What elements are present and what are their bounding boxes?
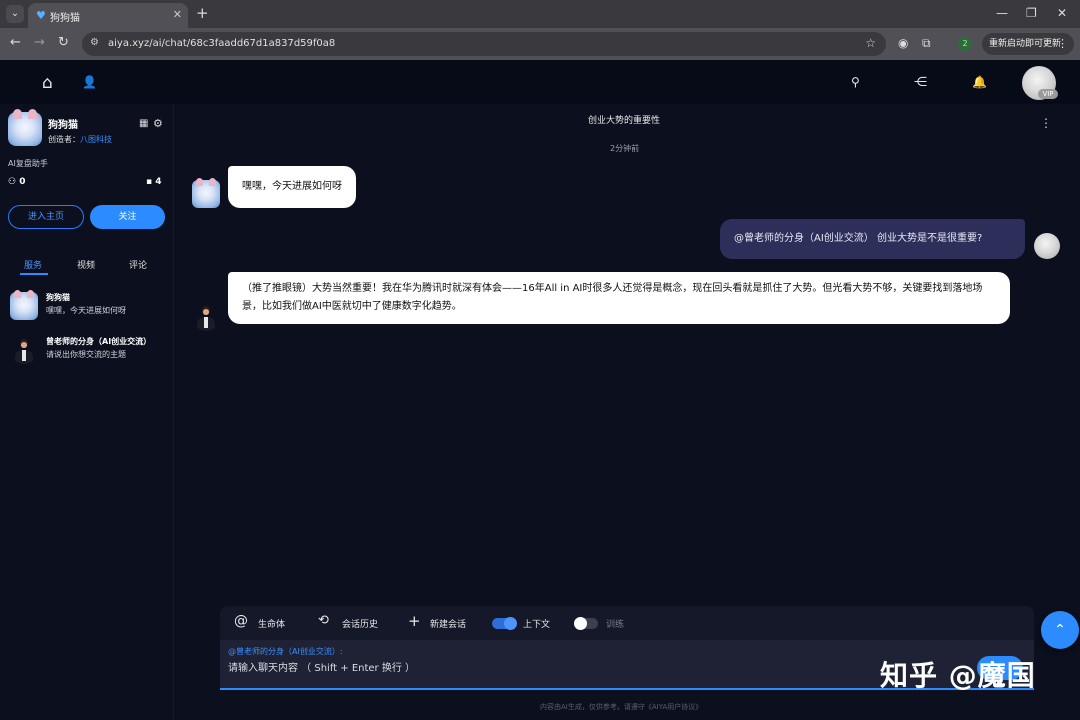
search-icon[interactable]: ⚲ bbox=[851, 75, 860, 89]
tool-context-label[interactable]: 上下文 bbox=[523, 617, 550, 630]
vip-badge: VIP bbox=[1038, 89, 1058, 99]
composer-toolbar: @ 生命体 ⟲ 会话历史 + 新建会话 上下文 训练 bbox=[220, 606, 1034, 640]
tab-videos[interactable]: 视频 bbox=[77, 258, 95, 271]
mentor-message-avatar bbox=[192, 303, 220, 331]
active-tab-indicator bbox=[20, 273, 48, 275]
history-icon[interactable]: ⟲ bbox=[318, 614, 329, 628]
user-message-bubble: @曾老师的分身（AI创业交流） 创业大势是不是很重要? bbox=[720, 219, 1025, 259]
chat-title: 创业大势的重要性 bbox=[588, 116, 661, 126]
bell-icon[interactable]: 🔔 bbox=[972, 75, 987, 89]
forward-icon[interactable]: → bbox=[34, 36, 45, 50]
tab-title: 狗狗猫 bbox=[50, 13, 80, 24]
followers-count: 0 bbox=[19, 177, 26, 187]
tool-history-label[interactable]: 会话历史 bbox=[342, 617, 378, 630]
bot-name: 狗狗猫 bbox=[48, 120, 78, 131]
site-favicon-icon: ♥ bbox=[36, 9, 46, 22]
url-text[interactable]: aiya.xyz/ai/chat/68c3faadd67d1a837d59f0a… bbox=[108, 38, 335, 49]
window-close-icon[interactable]: ✕ bbox=[1057, 6, 1067, 20]
tab-comments[interactable]: 评论 bbox=[129, 258, 147, 271]
service-subtitle: 请说出你想交流的主题 bbox=[46, 350, 126, 359]
browser-tab[interactable]: ♥ 狗狗猫 ✕ bbox=[28, 3, 188, 28]
more-vertical-icon[interactable]: ⋮ bbox=[1040, 116, 1052, 130]
more-vertical-icon[interactable]: ⋮ bbox=[1057, 33, 1068, 55]
omnibox[interactable]: ⚙ aiya.xyz/ai/chat/68c3faadd67d1a837d59f… bbox=[82, 32, 886, 56]
enter-homepage-button[interactable]: 进入主页 bbox=[8, 205, 84, 229]
new-tab-button[interactable]: + bbox=[196, 5, 209, 21]
creator-link[interactable]: 八图科技 bbox=[80, 135, 112, 144]
chevron-up-icon: ⌃ bbox=[1054, 622, 1066, 638]
profile-badge[interactable]: 2 bbox=[958, 37, 972, 51]
reload-icon[interactable]: ↻ bbox=[58, 36, 69, 50]
at-icon[interactable]: @ bbox=[234, 614, 248, 628]
service-title[interactable]: 曾老师的分身（AI创业交流） bbox=[46, 336, 151, 347]
service-avatar[interactable] bbox=[10, 290, 38, 320]
sidebar bbox=[0, 104, 174, 720]
browser-tab-bar: ⌄ ♥ 狗狗猫 ✕ + — ❐ ✕ bbox=[0, 0, 1080, 28]
restore-icon[interactable]: ❐ bbox=[1026, 6, 1037, 20]
followers-icon: ⚇ bbox=[8, 177, 20, 187]
mentor-message-bubble: （推了推眼镜）大势当然重要！我在华为腾讯时就深有体会——16年All in AI… bbox=[228, 272, 1010, 324]
site-info-icon[interactable]: ⚙ bbox=[90, 37, 99, 48]
mentor-avatar[interactable] bbox=[10, 336, 38, 364]
scroll-top-button[interactable]: ⌃ bbox=[1041, 611, 1079, 649]
bot-description: AI复盘助手 bbox=[8, 159, 48, 168]
bot-message-bubble: 嘿嘿，今天进展如何呀 bbox=[228, 166, 356, 208]
plus-icon[interactable]: + bbox=[408, 614, 421, 629]
watermark: 知乎 @魔国 bbox=[880, 659, 1036, 692]
followers-stat: ⚇ 0 bbox=[8, 177, 25, 187]
creator-line: 创造者：八图科技 bbox=[48, 134, 112, 145]
user-switch-icon[interactable]: 👤 bbox=[82, 75, 97, 89]
gear-icon[interactable]: ⚙ bbox=[153, 117, 163, 130]
bookmark-star-icon[interactable]: ☆ bbox=[865, 36, 876, 50]
tool-life-label[interactable]: 生命体 bbox=[258, 617, 285, 630]
service-subtitle: 嘿嘿，今天进展如何呀 bbox=[46, 306, 126, 315]
tab-close-icon[interactable]: ✕ bbox=[173, 8, 182, 21]
context-toggle[interactable] bbox=[492, 617, 517, 630]
chat-timestamp: 2分钟前 bbox=[610, 144, 640, 153]
messages-count: 4 bbox=[155, 177, 162, 187]
follow-button[interactable]: 关注 bbox=[90, 205, 165, 229]
bot-avatar[interactable] bbox=[8, 109, 42, 146]
qr-code-icon[interactable]: ▦ bbox=[139, 118, 148, 129]
tool-new-label[interactable]: 新建会话 bbox=[430, 617, 466, 630]
tool-train-label[interactable]: 训练 bbox=[606, 617, 624, 630]
train-toggle[interactable] bbox=[574, 617, 598, 630]
address-bar-row: ← → ↻ ⚙ aiya.xyz/ai/chat/68c3faadd67d1a8… bbox=[0, 28, 1080, 60]
home-icon[interactable]: ⌂ bbox=[42, 73, 53, 93]
chat-input-placeholder[interactable]: 请输入聊天内容 （ Shift + Enter 换行 ） bbox=[228, 659, 415, 674]
mention-tag[interactable]: @曾老师的分身（AI创业交流）: bbox=[228, 646, 343, 657]
update-label: 重新启动即可更新 bbox=[989, 39, 1062, 49]
service-title[interactable]: 狗狗猫 bbox=[46, 292, 70, 303]
user-message-avatar bbox=[1034, 233, 1060, 259]
bot-message-avatar bbox=[192, 178, 220, 208]
minimize-icon[interactable]: — bbox=[996, 6, 1008, 20]
message-icon: ▪ bbox=[146, 177, 156, 187]
puzzle-icon[interactable]: ⧉ bbox=[922, 36, 931, 51]
tab-services[interactable]: 服务 bbox=[24, 258, 42, 271]
back-icon[interactable]: ← bbox=[10, 36, 21, 50]
extension-icon[interactable]: ◉ bbox=[898, 36, 908, 50]
share-icon[interactable]: ⋲ bbox=[914, 75, 927, 90]
update-button[interactable]: 重新启动即可更新 ⋮ bbox=[982, 33, 1074, 55]
disclaimer: 内容由AI生成，仅供参考。请遵守《AIYA用户协议》 bbox=[540, 703, 703, 711]
creator-label: 创造者： bbox=[48, 135, 80, 144]
tab-search-button[interactable]: ⌄ bbox=[6, 5, 24, 23]
messages-stat: ▪ 4 bbox=[146, 177, 162, 187]
